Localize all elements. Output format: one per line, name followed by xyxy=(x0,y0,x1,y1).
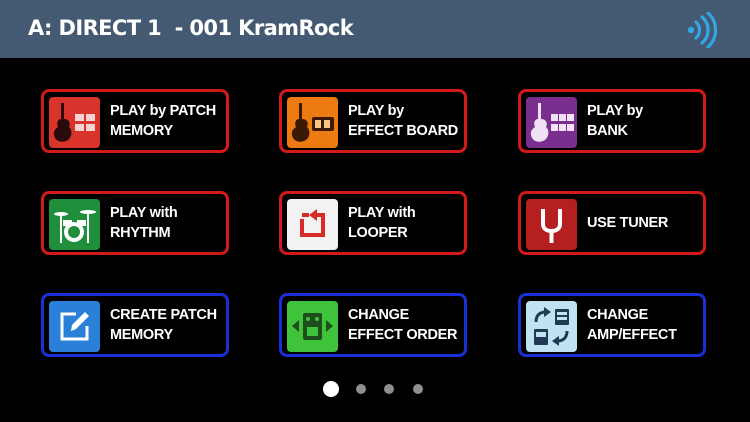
button-label-line1: CHANGE xyxy=(348,307,410,323)
drum-kit-icon xyxy=(49,199,100,250)
button-label-line2: EFFECT BOARD xyxy=(348,123,458,139)
menu-grid: PLAY by PATCH MEMORY PLAY by EFFECT BOAR… xyxy=(0,0,750,422)
swap-amp-effect-icon xyxy=(526,301,577,352)
button-label-line1: PLAY with xyxy=(348,205,416,221)
button-label-line2: BANK xyxy=(587,123,628,139)
effect-order-icon xyxy=(287,301,338,352)
button-label-line1: PLAY by xyxy=(348,103,404,119)
page-dot-1[interactable] xyxy=(323,381,339,397)
bank-icon xyxy=(526,97,577,148)
patch-memory-icon xyxy=(49,97,100,148)
use-tuner-button[interactable]: USE TUNER xyxy=(518,191,706,255)
button-label-line2: MEMORY xyxy=(110,123,173,139)
play-by-bank-button[interactable]: PLAY by BANK xyxy=(518,89,706,153)
button-label-line2: MEMORY xyxy=(110,327,173,343)
play-with-rhythm-button[interactable]: PLAY with RHYTHM xyxy=(41,191,229,255)
button-label-line2: AMP/EFFECT xyxy=(587,327,677,343)
button-label-line1: PLAY by xyxy=(587,103,643,119)
effect-board-icon xyxy=(287,97,338,148)
play-by-patch-memory-button[interactable]: PLAY by PATCH MEMORY xyxy=(41,89,229,153)
play-with-looper-button[interactable]: PLAY with LOOPER xyxy=(279,191,467,255)
button-label-line1: PLAY by PATCH xyxy=(110,103,216,119)
button-label-line2: EFFECT ORDER xyxy=(348,327,458,343)
page-dot-3[interactable] xyxy=(384,384,394,394)
play-by-effect-board-button[interactable]: PLAY by EFFECT BOARD xyxy=(279,89,467,153)
button-label-line1: USE TUNER xyxy=(587,215,669,231)
create-patch-memory-button[interactable]: CREATE PATCH MEMORY xyxy=(41,293,229,357)
edit-icon xyxy=(49,301,100,352)
button-label-line2: RHYTHM xyxy=(110,225,171,241)
change-effect-order-button[interactable]: CHANGE EFFECT ORDER xyxy=(279,293,467,357)
page-dot-4[interactable] xyxy=(413,384,423,394)
button-label-line1: CREATE PATCH xyxy=(110,307,217,323)
button-label-line1: PLAY with xyxy=(110,205,178,221)
page-dot-2[interactable] xyxy=(356,384,366,394)
button-label-line2: LOOPER xyxy=(348,225,408,241)
change-amp-effect-button[interactable]: CHANGE AMP/EFFECT xyxy=(518,293,706,357)
button-label-line1: CHANGE xyxy=(587,307,649,323)
tuning-fork-icon xyxy=(526,199,577,250)
looper-icon xyxy=(287,199,338,250)
